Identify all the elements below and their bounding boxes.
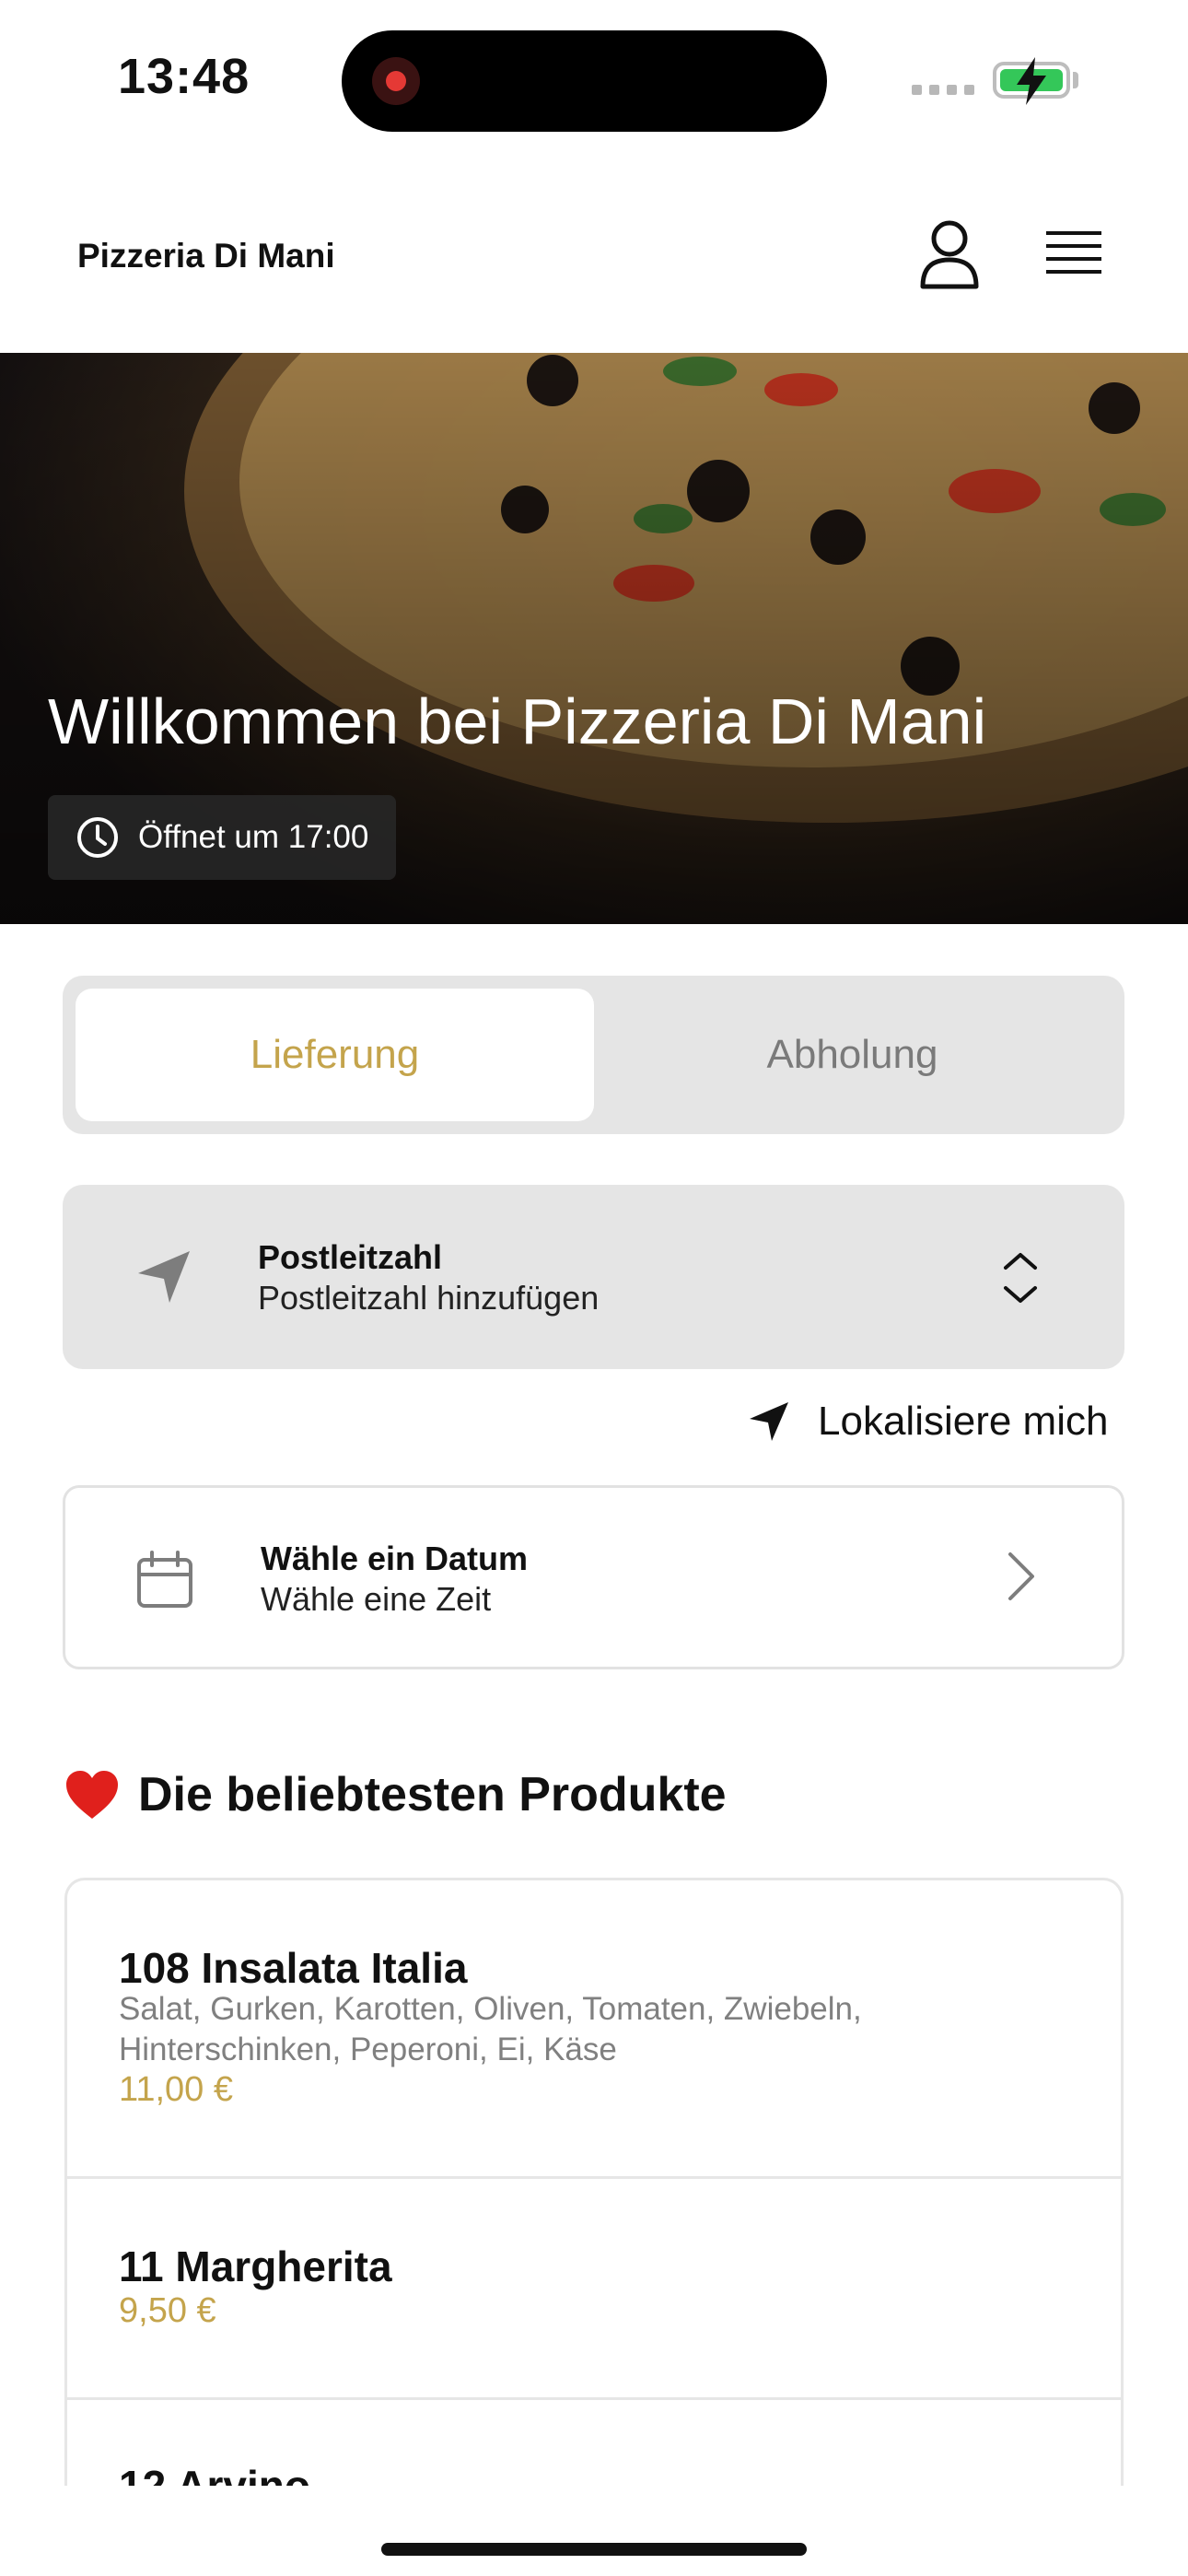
calendar-icon [137, 1551, 192, 1608]
product-price: 9,50 € [119, 2291, 216, 2330]
chevron-right-icon [1008, 1552, 1034, 1600]
chevron-up-down-icon [1004, 1253, 1037, 1303]
product-name: 11 Margherita [119, 2242, 392, 2290]
location-arrow-icon [750, 1402, 788, 1441]
product-card[interactable]: 12 Arvino [67, 2400, 1121, 2486]
locate-me-label: Lokalisiere mich [818, 1399, 1109, 1444]
product-price: 11,00 € [119, 2070, 233, 2109]
hero-title: Willkommen bei Pizzeria Di Mani [48, 685, 987, 757]
product-list: 108 Insalata Italia Salat, Gurken, Karot… [64, 1878, 1124, 2486]
user-icon[interactable] [917, 217, 982, 290]
clock-icon [77, 817, 118, 858]
navigation-arrow-icon [138, 1251, 190, 1303]
date-time-selector[interactable]: Wähle ein Datum Wähle eine Zeit [63, 1485, 1124, 1669]
popular-title: Die beliebtesten Produkte [138, 1768, 727, 1821]
signal-icon [912, 85, 974, 95]
app-header: Pizzeria Di Mani [0, 161, 1188, 353]
product-name: 12 Arvino [119, 2462, 310, 2486]
tab-lieferung[interactable]: Lieferung [76, 989, 594, 1121]
brand-title[interactable]: Pizzeria Di Mani [77, 237, 335, 275]
opening-text: Öffnet um 17:00 [138, 819, 369, 855]
status-time: 13:48 [118, 49, 250, 104]
product-card[interactable]: 11 Margherita 9,50 € [67, 2179, 1121, 2400]
charging-bolt-icon [1017, 57, 1046, 105]
record-icon [372, 57, 420, 105]
opening-badge: Öffnet um 17:00 [48, 795, 397, 880]
dynamic-island [342, 30, 827, 132]
product-description: Salat, Gurken, Karotten, Oliven, Tomaten… [119, 1991, 862, 2067]
popular-products-heading: Die beliebtesten Produkte [64, 1767, 727, 1822]
product-name: 108 Insalata Italia [119, 1944, 468, 1992]
date-title: Wähle ein Datum [261, 1540, 529, 1577]
hero-banner: Willkommen bei Pizzeria Di Mani Öffnet u… [0, 353, 1188, 924]
postal-value: Postleitzahl hinzufügen [258, 1279, 600, 1317]
time-subtitle: Wähle eine Zeit [261, 1580, 492, 1618]
home-indicator[interactable] [381, 2543, 807, 2556]
delivery-mode-switch: Lieferung Abholung [63, 976, 1124, 1134]
postal-code-selector[interactable]: Postleitzahl Postleitzahl hinzufügen [63, 1185, 1124, 1369]
locate-me-button[interactable]: Lokalisiere mich [748, 1399, 1108, 1445]
heart-icon [66, 1771, 118, 1819]
postal-label: Postleitzahl [258, 1238, 443, 1276]
menu-icon[interactable] [1044, 229, 1103, 281]
status-bar: 13:48 [0, 0, 1188, 161]
tab-abholung[interactable]: Abholung [593, 989, 1112, 1121]
product-card[interactable]: 108 Insalata Italia Salat, Gurken, Karot… [67, 1880, 1121, 2179]
